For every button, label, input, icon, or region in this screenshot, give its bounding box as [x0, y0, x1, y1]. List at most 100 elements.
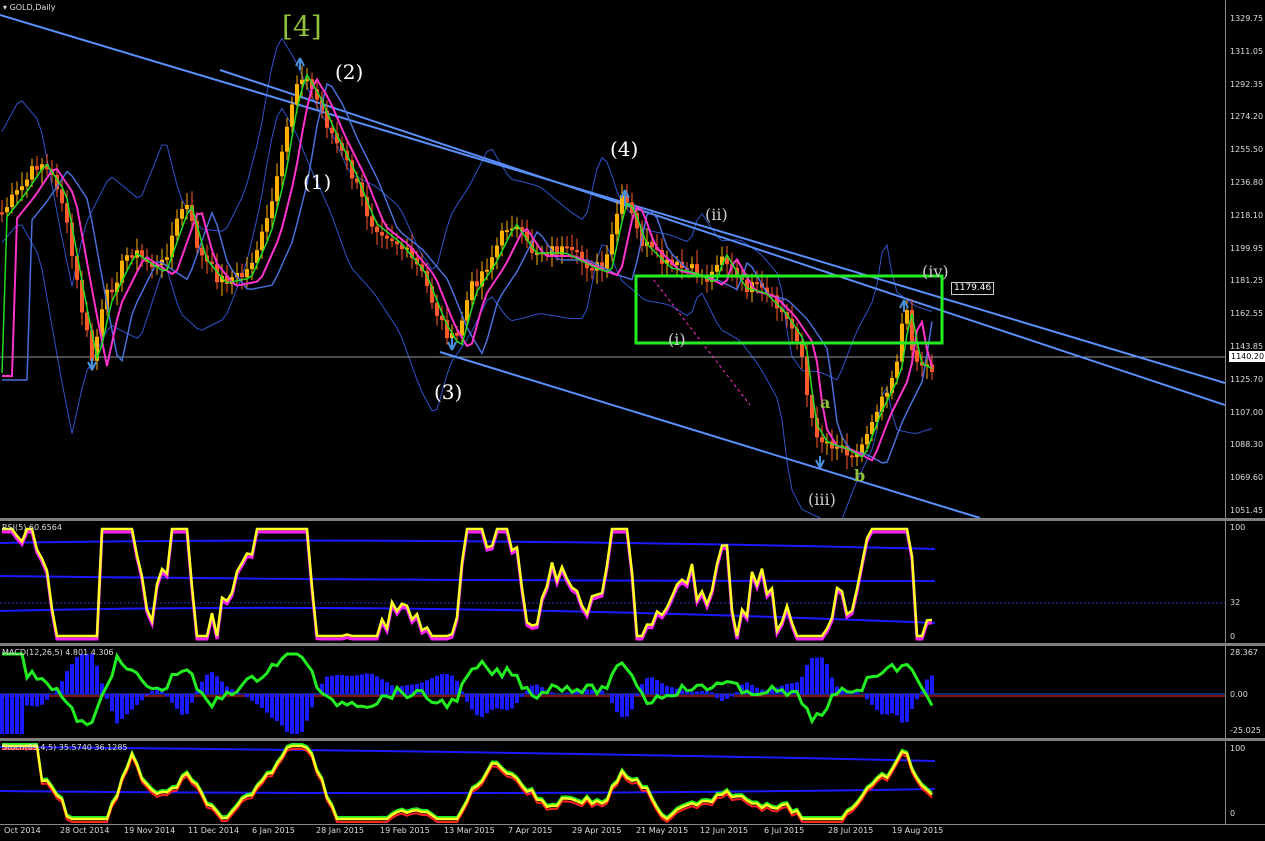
macd-histogram-bar	[150, 691, 154, 694]
stoch-axis: 100 0	[1225, 741, 1265, 824]
candle-body	[125, 255, 129, 260]
candle-body	[270, 201, 274, 218]
rsi-lower-band	[0, 608, 935, 623]
box-price-label: 1179.46	[951, 282, 994, 295]
macd-histogram-bar	[190, 694, 194, 703]
macd-histogram-bar	[180, 694, 184, 715]
macd-histogram-bar	[915, 694, 919, 699]
price-tick: 1051.45	[1230, 506, 1263, 515]
macd-histogram-bar	[810, 658, 814, 694]
macd-histogram-bar	[215, 676, 219, 694]
price-tick: 1329.75	[1230, 14, 1263, 23]
wave-label-3: (3)	[434, 380, 462, 404]
macd-histogram-bar	[375, 676, 379, 694]
macd-histogram-bar	[170, 694, 174, 703]
price-tick: 1255.50	[1230, 145, 1263, 154]
candle-body	[185, 205, 189, 209]
macd-pane[interactable]: MACD(12,26,5) 4.801 4.306	[0, 646, 1225, 738]
macd-histogram-bar	[75, 657, 79, 694]
candle-body	[865, 434, 869, 444]
macd-histogram-bar	[890, 694, 894, 713]
macd-histogram-bar	[10, 694, 14, 734]
macd-histogram-bar	[280, 694, 284, 726]
candle-body	[590, 268, 594, 270]
candle-body	[505, 230, 509, 232]
ma-slow	[2, 84, 932, 463]
macd-label: MACD(12,26,5) 4.801 4.306	[2, 648, 114, 657]
macd-level-low: -25.025	[1230, 726, 1261, 735]
fractal-arrow	[448, 338, 456, 350]
macd-histogram-bar	[635, 694, 639, 696]
macd-histogram-bar	[130, 694, 134, 710]
macd-histogram-bar	[440, 674, 444, 694]
candle-body	[110, 290, 114, 292]
current-price-tag: 1140.20	[1229, 351, 1265, 362]
price-axis: 1329.751311.051292.351274.201255.501236.…	[1225, 0, 1265, 518]
stoch-pane[interactable]: Stoch(89,4,5) 35.5740 36.1285	[0, 741, 1225, 824]
macd-histogram-bar	[185, 694, 189, 714]
macd-histogram-bar	[505, 694, 509, 710]
macd-histogram-bar	[820, 657, 824, 694]
macd-histogram-bar	[865, 694, 869, 699]
macd-histogram-bar	[510, 694, 514, 709]
macd-histogram-bar	[490, 694, 494, 710]
macd-histogram-bar	[565, 693, 569, 694]
candle-body	[250, 263, 254, 269]
price-tick: 1218.10	[1230, 211, 1263, 220]
price-pane[interactable]: ▾ GOLD,Daily [4] (2) (1) (3) (4) (ii) (i…	[0, 0, 1225, 518]
wave-label-a: a	[820, 393, 830, 412]
macd-histogram-bar	[500, 694, 504, 709]
candle-body	[615, 214, 619, 234]
macd-histogram-bar	[550, 692, 554, 694]
candle-body	[570, 247, 574, 250]
macd-histogram-bar	[305, 694, 309, 721]
candle-body	[610, 234, 614, 254]
macd-histogram-bar	[325, 677, 329, 694]
candle-body	[485, 270, 489, 272]
candle-body	[290, 105, 294, 127]
macd-histogram-bar	[895, 694, 899, 715]
price-tick: 1236.80	[1230, 178, 1263, 187]
rsi-level-0: 0	[1230, 632, 1235, 641]
macd-histogram-bar	[345, 676, 349, 694]
macd-histogram-bar	[535, 685, 539, 694]
macd-histogram-bar	[205, 675, 209, 694]
macd-histogram-bar	[95, 666, 99, 694]
price-tick: 1069.60	[1230, 473, 1263, 482]
macd-histogram-bar	[805, 665, 809, 694]
macd-histogram-bar	[275, 694, 279, 721]
macd-histogram-bar	[450, 676, 454, 694]
macd-histogram-bar	[435, 676, 439, 694]
macd-histogram-bar	[300, 694, 304, 732]
macd-histogram-bar	[245, 694, 249, 697]
stoch-level-100: 100	[1230, 744, 1245, 753]
macd-histogram-bar	[315, 694, 319, 695]
macd-histogram-bar	[710, 692, 714, 694]
chart-title: ▾ GOLD,Daily	[3, 3, 55, 12]
candle-body	[175, 219, 179, 236]
macd-histogram-bar	[670, 687, 674, 694]
macd-histogram-bar	[265, 694, 269, 713]
macd-histogram-bar	[930, 676, 934, 694]
candle-body	[605, 254, 609, 269]
macd-histogram-bar	[220, 682, 224, 694]
time-tick: 28 Jan 2015	[316, 826, 364, 835]
macd-histogram-bar	[725, 694, 729, 699]
price-tick: 1311.05	[1230, 47, 1263, 56]
candle-body	[915, 350, 919, 362]
macd-histogram-bar	[885, 694, 889, 714]
stoch-mid-band	[0, 789, 935, 793]
candle-body	[15, 190, 19, 194]
macd-histogram-bar	[250, 694, 254, 701]
rsi-level-32: 32	[1230, 598, 1240, 607]
macd-histogram-bar	[350, 676, 354, 694]
macd-histogram-bar	[175, 694, 179, 709]
macd-histogram-bar	[355, 675, 359, 694]
macd-histogram-bar	[660, 683, 664, 694]
time-tick: 13 Mar 2015	[444, 826, 495, 835]
time-tick: 19 Feb 2015	[380, 826, 430, 835]
time-tick: 29 Apr 2015	[572, 826, 621, 835]
rsi-pane[interactable]: RSI(5) 60.6564	[0, 521, 1225, 643]
candle-body	[285, 127, 289, 152]
wave-label-2: (2)	[335, 60, 363, 84]
